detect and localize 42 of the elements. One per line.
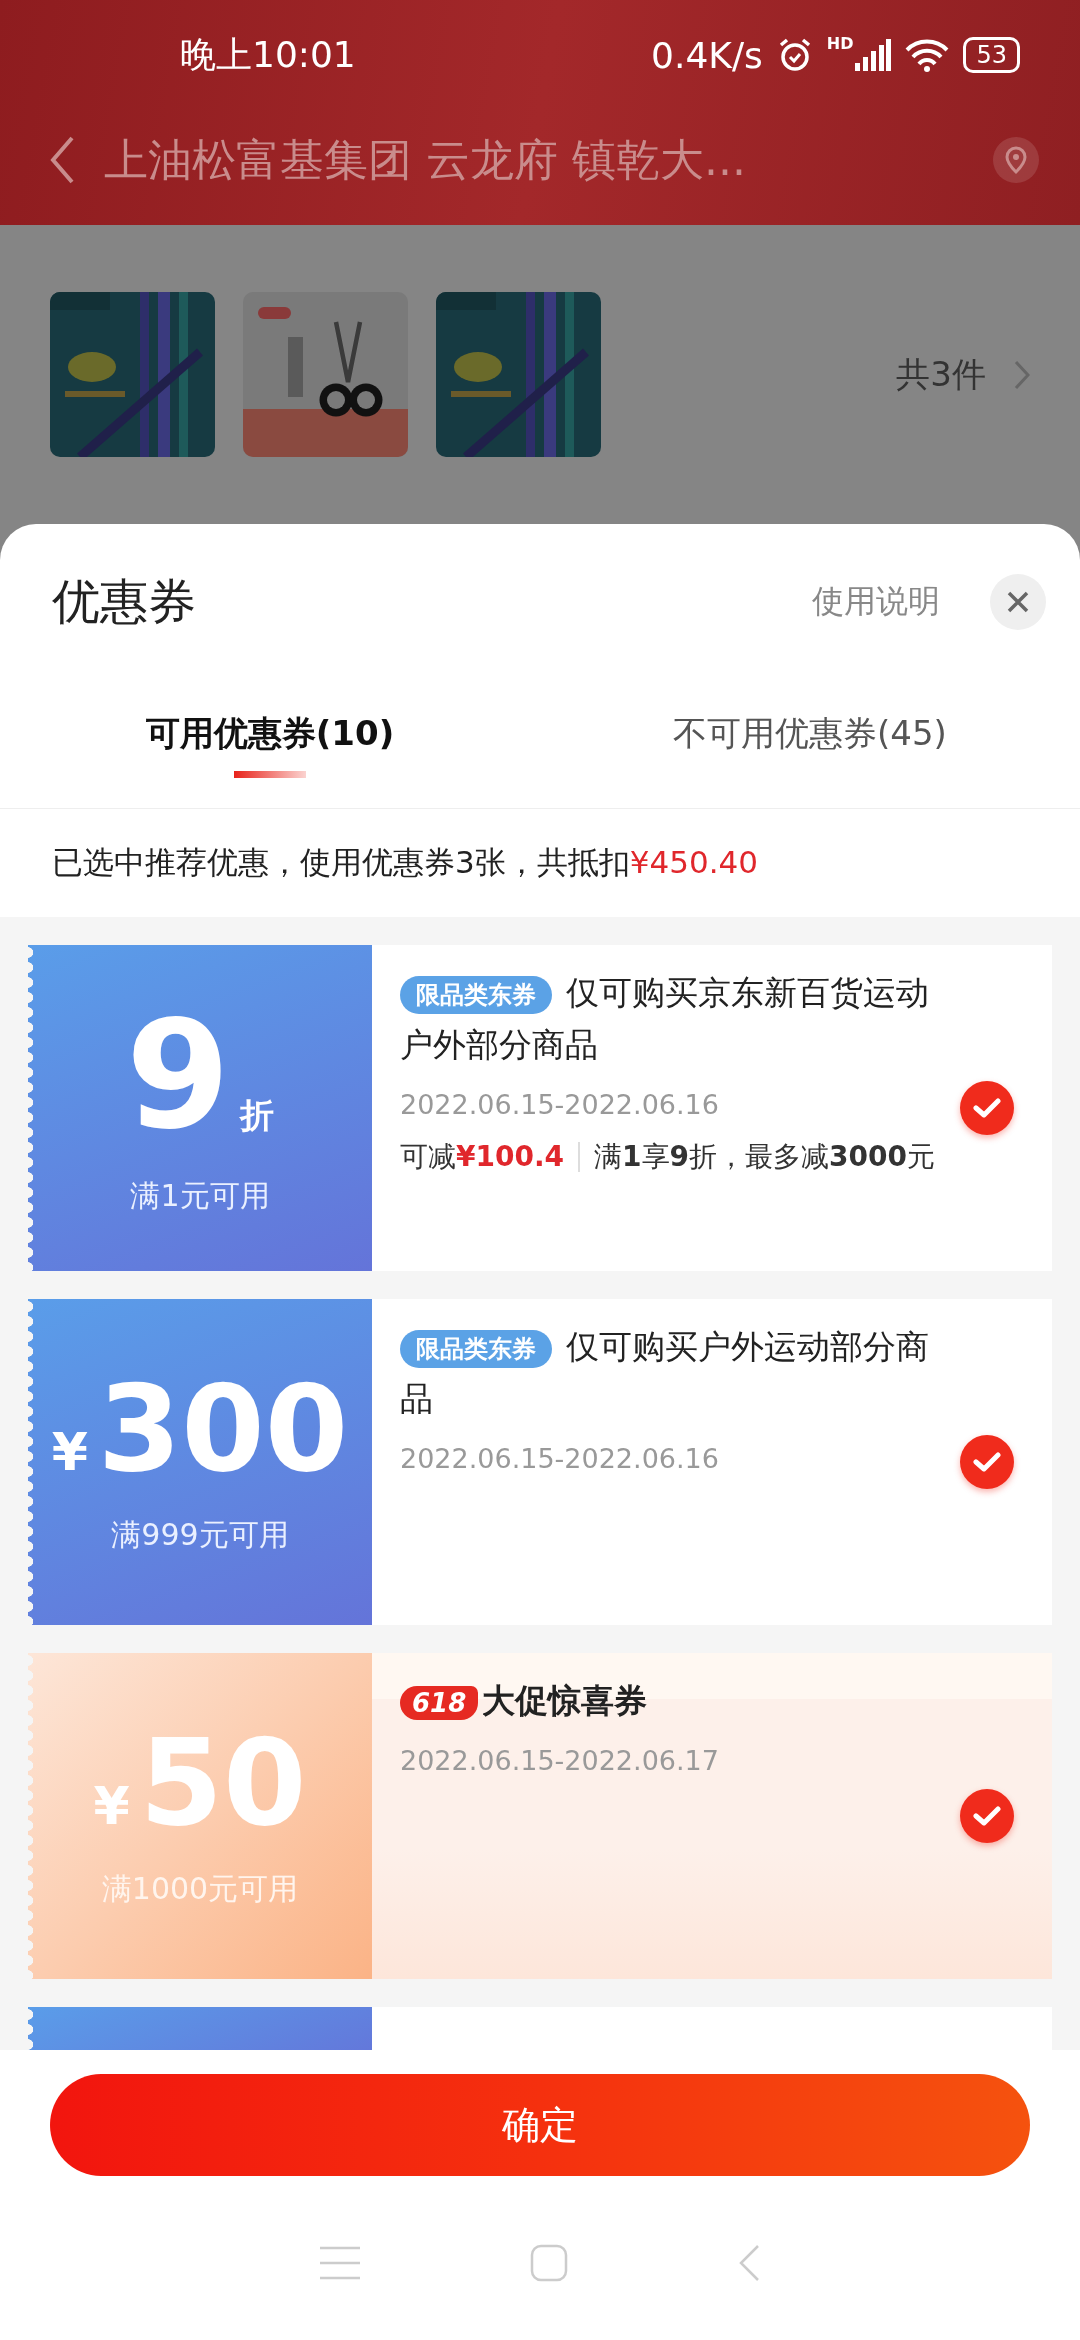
item-count[interactable]: 共3件 [896, 351, 986, 398]
confirm-button[interactable]: 确定 [50, 2074, 1030, 2176]
coupon-dates: 2022.06.15-2022.06.16 [400, 1089, 720, 1120]
coupon-title: 618 大促惊喜券 [400, 1675, 960, 1727]
coupon-title: 限品类东券 仅可购买户外运动部分商品 [400, 1326, 930, 1420]
coupon-condition: 满1000元可用 [101, 1869, 299, 1908]
coupon-amount: 300 [97, 1368, 349, 1489]
coupon-tab[interactable]: 可用优惠券(10) [0, 680, 540, 808]
discount-summary: 已选中推荐优惠，使用优惠券3张，共抵扣¥450.40 [52, 843, 758, 882]
currency-sign: ¥ [93, 1775, 130, 1836]
serrated-edge [28, 2007, 36, 2050]
coupon-tag: 限品类东券 [400, 1329, 552, 1368]
discount-unit: 折 [240, 1093, 275, 1137]
coupon-dates: 2022.06.15-2022.06.17 [400, 1745, 720, 1776]
delivery-address[interactable]: 上油松富基集团 云龙府 镇乾大... [104, 130, 962, 190]
sheet-title: 优惠券 [52, 572, 197, 631]
wifi-icon [905, 38, 950, 72]
saving-rule: 满1享9折，最多减3000元 [594, 1139, 935, 1175]
coupon-dates: 2022.06.15-2022.06.16 [400, 1443, 720, 1474]
coupon-tab[interactable]: 不可用优惠券(45) [540, 680, 1080, 808]
network-speed: 0.4K/s [651, 34, 763, 76]
usage-help-link[interactable]: 使用说明 [812, 580, 940, 624]
status-time: 晚上10:01 [180, 32, 357, 77]
checked-circle[interactable] [960, 1081, 1014, 1135]
saving-label: 可减¥100.4 [400, 1139, 565, 1175]
signal-icon [855, 39, 892, 71]
back-icon[interactable] [50, 136, 74, 184]
promo-badge: 618 [400, 1685, 479, 1720]
checked-circle[interactable] [960, 1435, 1014, 1489]
coupon-tag: 限品类东券 [400, 975, 552, 1014]
coupon-condition: 满999元可用 [111, 1515, 289, 1554]
coupon-condition: 满1元可用 [130, 1176, 270, 1215]
close-button[interactable] [990, 574, 1046, 630]
close-icon[interactable] [1006, 590, 1030, 614]
checked-circle[interactable] [960, 1789, 1014, 1843]
coupon-amount: 50 [139, 1722, 307, 1843]
battery-level: 53 [963, 37, 1020, 73]
location-pin-icon[interactable] [992, 136, 1040, 184]
currency-sign: ¥ [51, 1421, 88, 1482]
network-type: HD [826, 34, 854, 53]
coupon-title: 限品类东券 仅可购买京东新百货运动户外部分商品 [400, 972, 930, 1066]
discount-value: 9 [125, 999, 231, 1150]
